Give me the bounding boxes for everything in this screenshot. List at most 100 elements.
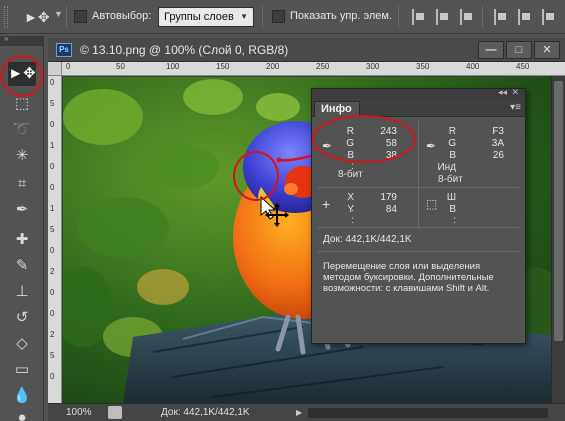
options-separator	[66, 6, 67, 28]
collapse-icon[interactable]: ◂◂	[498, 87, 507, 98]
auto-select-label: Автовыбор:	[92, 10, 152, 22]
move-tool-preset-icon[interactable]: ►✥	[24, 7, 52, 27]
info-tab-bar: Инфо ▾≡	[312, 99, 525, 117]
minimize-button[interactable]: —	[478, 41, 504, 59]
document-info-icon[interactable]	[108, 406, 122, 419]
ruler-tick-label: 100	[166, 62, 180, 71]
document-size-status: Док: 442,1K/442,1K	[161, 407, 250, 418]
ruler-tick-label: 5	[50, 351, 55, 360]
scrollbar-thumb[interactable]	[554, 81, 563, 341]
annotation-circle-move-tool	[1, 55, 43, 97]
ruler-tick-label: 0	[50, 120, 55, 129]
eyedropper-tool-icon[interactable]: ✒	[8, 198, 36, 222]
tools-panel: » ►✥ ⬚ ➰ ✳ ⌗ ✒ ✚ ✎ ⊥ ↺ ◇ ▭ 💧 ●	[0, 34, 44, 421]
ruler-tick-label: 2	[50, 330, 55, 339]
eyedropper-icon[interactable]: ✒	[426, 139, 440, 153]
close-icon[interactable]: ✕	[511, 87, 519, 98]
info-panel-header[interactable]: ◂◂ ✕	[312, 87, 525, 99]
ruler-tick-label: 0	[50, 246, 55, 255]
zoom-level[interactable]: 100%	[66, 407, 92, 418]
options-bar: ►✥ ▼ Автовыбор: Группы слоев ▼ Показать …	[0, 0, 565, 34]
status-menu-arrow-icon[interactable]: ▶	[296, 408, 302, 417]
healing-brush-tool-icon[interactable]: ✚	[8, 228, 36, 252]
document-tab[interactable]: Ps © 13.10.png @ 100% (Слой 0, RGB/8) — …	[48, 38, 565, 62]
ruler-tick-label: 5	[50, 225, 55, 234]
annotation-circle-rgb-values	[312, 115, 416, 163]
options-separator	[262, 6, 263, 28]
dodge-tool-icon[interactable]: ●	[8, 406, 36, 421]
lasso-tool-icon[interactable]: ➰	[8, 118, 36, 142]
document-title: © 13.10.png @ 100% (Слой 0, RGB/8)	[80, 43, 289, 57]
clone-stamp-tool-icon[interactable]: ⊥	[8, 280, 36, 304]
align-bottom-icon[interactable]	[460, 9, 474, 25]
info-divider	[318, 227, 519, 228]
tool-preset-dropdown-icon[interactable]: ▼	[54, 9, 63, 19]
ruler-tick-label: 0	[50, 372, 55, 381]
coord-x-value: 179	[380, 192, 397, 203]
ps-file-icon: Ps	[56, 43, 72, 57]
value-b-hex: 26	[492, 150, 504, 161]
gradient-tool-icon[interactable]: ▭	[8, 358, 36, 382]
show-transform-label: Показать упр. элем.	[290, 10, 393, 22]
crosshair-icon: +	[322, 196, 331, 212]
tools-panel-header[interactable]: »	[0, 34, 44, 46]
show-transform-checkbox[interactable]	[272, 10, 285, 23]
info-document-size: Док: 442,1K/442,1K	[323, 234, 412, 245]
align-horizontal-center-icon[interactable]	[518, 9, 532, 25]
ruler-tick-label: 450	[516, 62, 530, 71]
ruler-tick-label: 0	[50, 309, 55, 318]
brush-tool-icon[interactable]: ✎	[8, 254, 36, 278]
horizontal-scrollbar[interactable]	[308, 408, 548, 418]
vertical-scrollbar[interactable]	[551, 77, 565, 403]
ruler-origin[interactable]	[48, 62, 62, 76]
ruler-tick-label: 5	[50, 99, 55, 108]
tool-hint-text: Перемещение слоя или выделения методом б…	[323, 261, 494, 294]
ruler-tick-label: 200	[266, 62, 280, 71]
status-bar: 100% Док: 442,1K/442,1K ▶	[48, 403, 565, 421]
ruler-tick-label: 300	[366, 62, 380, 71]
magic-wand-tool-icon[interactable]: ✳	[8, 144, 36, 168]
ruler-tick-label: 0	[50, 78, 55, 87]
auto-select-checkbox[interactable]	[74, 10, 87, 23]
ruler-tick-label: 0	[50, 183, 55, 192]
ruler-tick-label: 350	[416, 62, 430, 71]
chevron-down-icon: ▼	[240, 12, 248, 21]
coord-y-value: 84	[385, 204, 397, 215]
info-panel: ◂◂ ✕ Инфо ▾≡ ✒ R : G : B : 243 58 38 8-б…	[311, 87, 526, 344]
ruler-tick-label: 1	[50, 141, 55, 150]
maximize-button[interactable]: □	[506, 41, 532, 59]
info-divider-vertical	[418, 121, 419, 229]
panel-menu-icon[interactable]: ▾≡	[510, 102, 521, 113]
ruler-tick-label: 50	[116, 62, 125, 71]
options-separator	[398, 6, 399, 28]
eraser-tool-icon[interactable]: ◇	[8, 332, 36, 356]
info-divider	[318, 187, 519, 188]
ruler-tick-label: 0	[50, 162, 55, 171]
bit-depth-right: 8-бит	[438, 174, 463, 185]
blur-tool-icon[interactable]: 💧	[8, 384, 36, 408]
ruler-tick-label: 250	[316, 62, 330, 71]
coord-y-label: Y :	[347, 204, 354, 226]
collapse-icon[interactable]: »	[4, 34, 9, 43]
height-label: В :	[449, 204, 456, 226]
ruler-tick-label: 400	[466, 62, 480, 71]
ruler-tick-label: 0	[50, 288, 55, 297]
auto-select-dropdown[interactable]: Группы слоев ▼	[158, 7, 254, 27]
align-vertical-center-icon[interactable]	[436, 9, 450, 25]
ruler-tick-label: 1	[50, 204, 55, 213]
selection-size-icon: ⬚	[426, 197, 438, 211]
info-divider	[318, 251, 519, 252]
close-button[interactable]: ✕	[534, 41, 560, 59]
align-top-icon[interactable]	[412, 9, 426, 25]
auto-select-value: Группы слоев	[164, 11, 234, 23]
align-left-icon[interactable]	[494, 9, 508, 25]
value-g-hex: 3A	[491, 138, 504, 149]
options-bar-grip[interactable]	[4, 6, 8, 28]
value-r-hex: F3	[492, 126, 504, 137]
align-right-icon[interactable]	[542, 9, 556, 25]
vertical-ruler[interactable]: 0 5 0 1 0 0 1 5 0 2 0 0 2 5 0	[48, 76, 62, 403]
ruler-tick-label: 2	[50, 267, 55, 276]
crop-tool-icon[interactable]: ⌗	[8, 172, 36, 196]
horizontal-ruler[interactable]: 0 50 100 150 200 250 300 350 400 450	[62, 62, 565, 76]
history-brush-tool-icon[interactable]: ↺	[8, 306, 36, 330]
